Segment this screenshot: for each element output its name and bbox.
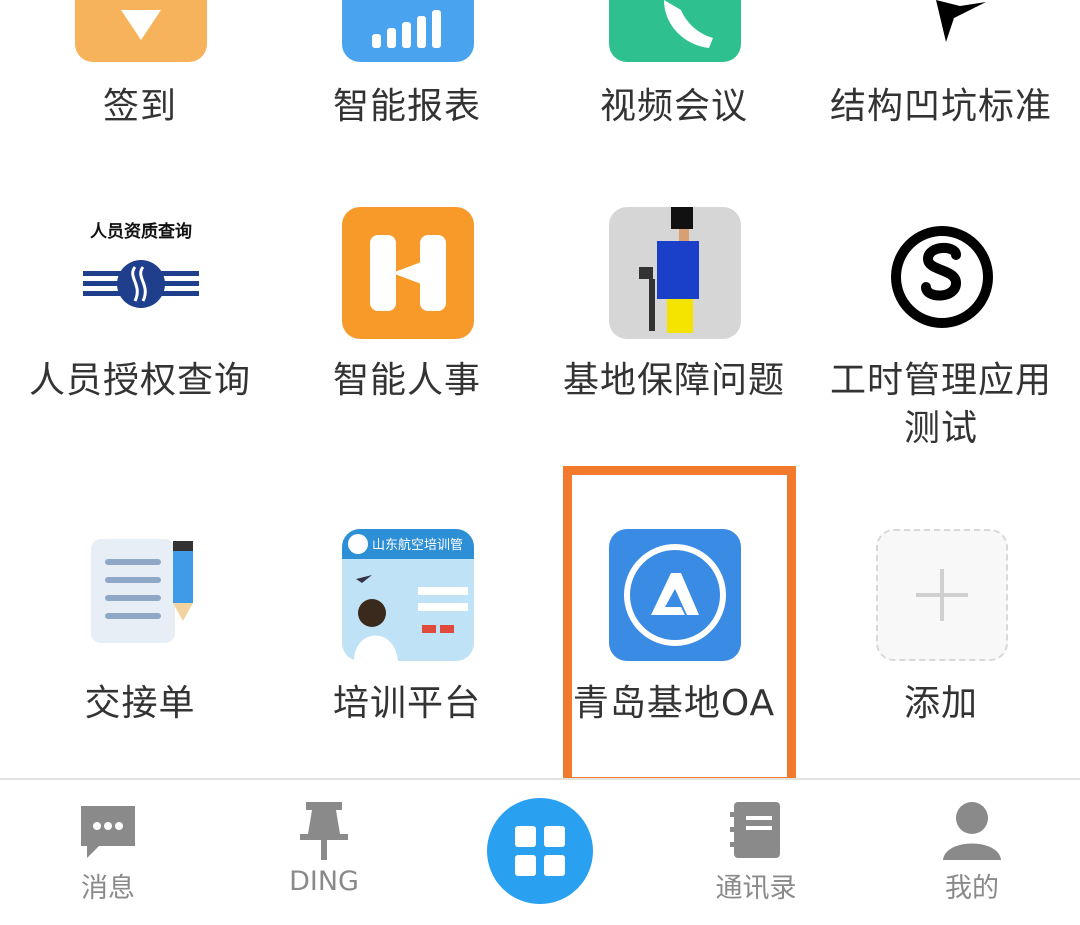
location-check-icon <box>75 0 207 62</box>
app-label: 视频会议 <box>599 86 748 127</box>
app-label: 人员授权查询 <box>28 360 251 401</box>
app-label: 智能报表 <box>332 86 481 127</box>
tab-label: 我的 <box>945 873 999 904</box>
personnel-logo-icon: 人员资质查询 <box>75 207 207 339</box>
app-label: 添加 <box>903 683 978 724</box>
plus-icon <box>876 529 1008 661</box>
tab-ding[interactable]: DING <box>216 780 432 925</box>
grid-apps-icon <box>487 798 593 904</box>
app-label-line2: 测试 <box>903 408 978 449</box>
contacts-book-icon <box>730 802 780 858</box>
app-label: 智能人事 <box>332 360 481 401</box>
h-logo-icon <box>342 207 474 339</box>
pin-icon <box>300 802 348 860</box>
circle-s-icon <box>876 207 1008 339</box>
app-label: 交接单 <box>84 683 196 724</box>
app-label: 签到 <box>102 86 177 127</box>
highlight-box <box>563 466 796 786</box>
tab-label: 消息 <box>81 873 135 904</box>
app-label: 培训平台 <box>332 683 481 724</box>
chat-bubble-icon <box>81 806 135 858</box>
app-label: 工时管理应用 <box>829 360 1052 401</box>
tab-messages[interactable]: 消息 <box>0 780 216 925</box>
document-pencil-icon <box>75 529 207 661</box>
bird-icon <box>876 0 1008 62</box>
tab-workbench[interactable] <box>432 780 648 925</box>
app-label: 结构凹坑标准 <box>829 86 1052 127</box>
pixel-person-icon <box>609 207 741 339</box>
tab-label: 通讯录 <box>715 873 797 904</box>
tab-contacts[interactable]: 通讯录 <box>648 780 864 925</box>
phone-icon <box>609 0 741 62</box>
tab-label: DING <box>289 866 359 897</box>
bottom-tab-bar: 消息 DING 通讯录 我的 <box>0 778 1080 925</box>
person-icon <box>943 802 1001 860</box>
signal-bars-icon <box>342 0 474 62</box>
tab-me[interactable]: 我的 <box>864 780 1080 925</box>
training-banner-icon: 山东航空培训管 <box>342 529 474 661</box>
app-label: 基地保障问题 <box>562 360 785 401</box>
